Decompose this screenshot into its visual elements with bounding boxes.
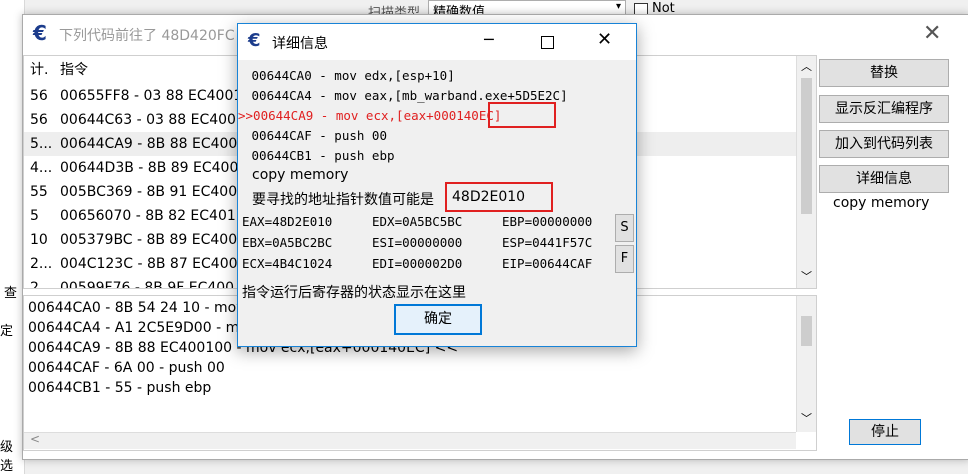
details-dialog: € 详细信息 ─ ✕ 00644CA0 - mov edx,[esp+10] 0…: [237, 23, 637, 347]
add-to-codelist-button[interactable]: 加入到代码列表: [819, 130, 949, 158]
row-count: 56: [30, 88, 48, 104]
code-hscrollbar[interactable]: <: [24, 432, 796, 449]
close-icon[interactable]: ✕: [597, 29, 612, 50]
asm-line: 00644CB1 - push ebp: [244, 148, 395, 163]
reg-esi[interactable]: ESI=00000000: [372, 235, 462, 250]
row-count: 5...: [30, 136, 53, 152]
reg-ebx[interactable]: EBX=0A5BC2BC: [242, 235, 332, 250]
row-count: 56: [30, 112, 48, 128]
row-instruction: 00644D3B - 8B 89 EC400: [60, 160, 239, 176]
cheat-engine-icon: €: [248, 30, 261, 51]
disassembly-view: 00644CA0 - mov edx,[esp+10] 00644CA4 - m…: [238, 62, 636, 163]
show-disassembler-button[interactable]: 显示反汇编程序: [819, 95, 949, 123]
list-scrollbar[interactable]: ︿ ﹀: [796, 56, 816, 288]
scroll-down-icon[interactable]: ﹀: [801, 410, 812, 426]
copy-memory-label: copy memory: [252, 167, 349, 183]
row-instruction: 005379BC - 8B 89 EC400: [60, 232, 238, 248]
offset-highlight-box: [488, 102, 556, 128]
scroll-up-icon[interactable]: ︿: [801, 58, 812, 74]
scroll-down-icon[interactable]: ﹀: [801, 268, 812, 284]
register-panel: EAX=48D2E010 EDX=0A5BC5BC EBP=00000000 E…: [238, 210, 636, 274]
asm-line: 00644CAF - push 00: [244, 128, 387, 143]
row-instruction: 00655FF8 - 03 88 EC4001: [60, 88, 243, 104]
chevron-down-icon: ▾: [615, 1, 621, 12]
reg-edi[interactable]: EDI=000002D0: [372, 256, 462, 271]
pointer-value: 48D2E010: [452, 189, 526, 205]
scroll-thumb[interactable]: [801, 316, 812, 346]
close-icon[interactable]: ✕: [923, 21, 941, 46]
row-count: 10: [30, 232, 48, 248]
row-count: 2...: [30, 256, 53, 272]
cheat-engine-icon: €: [33, 21, 47, 45]
ok-button[interactable]: 确定: [394, 304, 482, 335]
f-button[interactable]: F: [615, 245, 634, 273]
code-scrollbar[interactable]: ﹀: [796, 296, 816, 432]
row-count: 55: [30, 184, 48, 200]
code-line: 00644CAF - 6A 00 - push 00: [28, 360, 225, 376]
dialog-title: 详细信息: [272, 36, 328, 52]
reg-esp[interactable]: ESP=0441F57C: [502, 235, 592, 250]
instruction-column-header[interactable]: 指令: [60, 58, 88, 82]
scroll-left-icon[interactable]: <: [30, 432, 40, 446]
side-label-set: 定: [0, 324, 14, 339]
minimize-icon[interactable]: ─: [484, 30, 494, 49]
row-instruction: 004C123C - 8B 87 EC400: [60, 256, 238, 272]
scroll-thumb[interactable]: [801, 78, 812, 214]
maximize-icon[interactable]: [541, 36, 554, 49]
copy-memory-label: copy memory: [833, 195, 930, 211]
asm-line-current: >>00644CA9 - mov ecx,[eax+000140EC]: [238, 108, 502, 123]
code-line: 00644CB1 - 55 - push ebp: [28, 380, 212, 396]
reg-ebp[interactable]: EBP=00000000: [502, 214, 592, 229]
side-label-advanced: 级选: [0, 440, 14, 474]
asm-line: 00644CA0 - mov edx,[esp+10]: [244, 68, 455, 83]
reg-ecx[interactable]: ECX=4B4C1024: [242, 256, 332, 271]
replace-button[interactable]: 替换: [819, 59, 949, 87]
row-count: 4...: [30, 160, 53, 176]
row-instruction: 00644CA9 - 8B 88 EC400: [60, 136, 238, 152]
s-button[interactable]: S: [615, 214, 634, 242]
side-label-search: 查: [4, 286, 18, 301]
pointer-hint: 要寻找的地址指针数值可能是: [252, 192, 434, 208]
dialog-titlebar: € 详细信息 ─ ✕: [238, 24, 636, 60]
count-column-header[interactable]: 计.: [30, 58, 48, 82]
row-count: 2: [30, 280, 39, 289]
details-button[interactable]: 详细信息: [819, 165, 949, 193]
status-text: 指令运行后寄存器的状态显示在这里: [242, 285, 466, 301]
reg-eip[interactable]: EIP=00644CAF: [502, 256, 592, 271]
main-window-title: 下列代码前往了 48D420FC: [59, 28, 235, 44]
reg-edx[interactable]: EDX=0A5BC5BC: [372, 214, 462, 229]
row-instruction: 00656070 - 8B 82 EC401: [60, 208, 236, 224]
row-instruction: 005BC369 - 8B 91 EC400: [60, 184, 238, 200]
reg-eax[interactable]: EAX=48D2E010: [242, 214, 332, 229]
row-instruction: 00599F76 - 8B 9F EC400: [60, 280, 235, 289]
row-count: 5: [30, 208, 39, 224]
row-instruction: 00644C63 - 03 88 EC400: [60, 112, 236, 128]
stop-button[interactable]: 停止: [849, 419, 921, 445]
